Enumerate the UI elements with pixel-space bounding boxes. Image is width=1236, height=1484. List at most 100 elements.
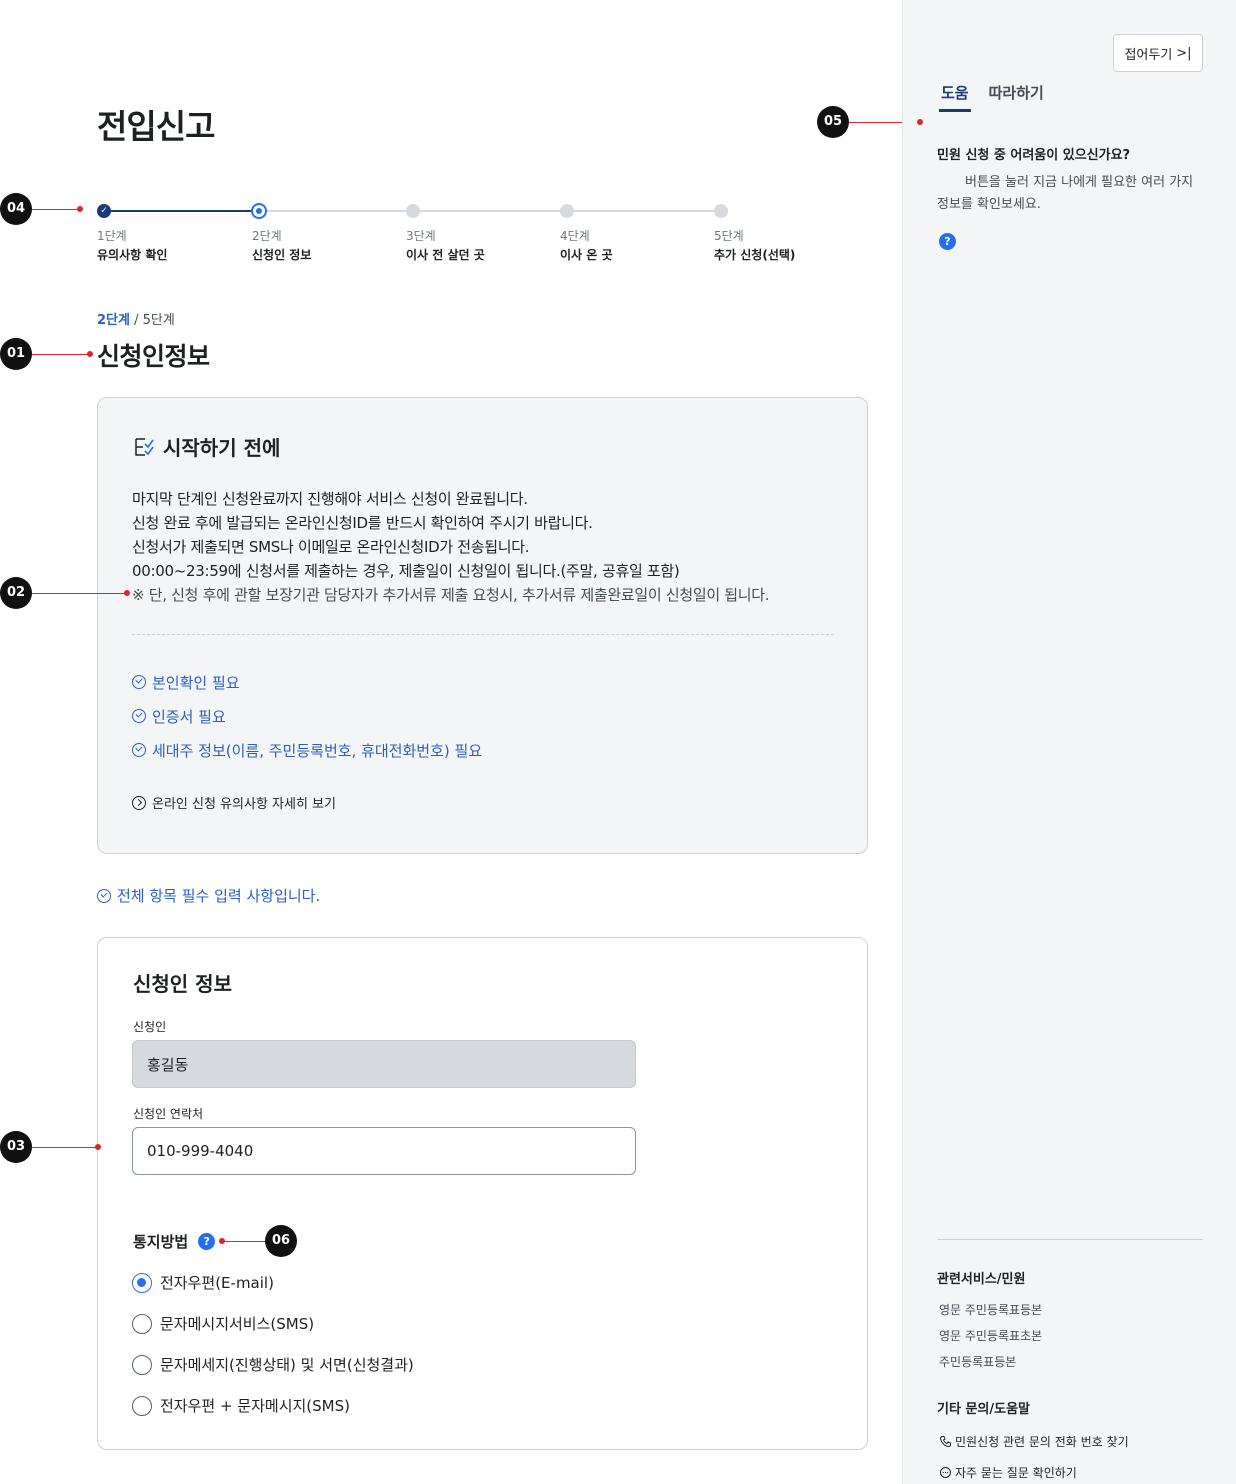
guide-detail-label: 온라인 신청 유의사항 자세히 보기 xyxy=(152,797,336,812)
required-note-text: 전체 항목 필수 입력 사항입니다. xyxy=(117,887,321,905)
help-icon[interactable]: ? xyxy=(939,233,956,250)
notify-header: 통지방법 ? xyxy=(133,1231,216,1252)
step-count: 2단계 / 5단계 xyxy=(97,309,175,328)
annotation-line xyxy=(32,1147,98,1148)
notice-line: 00:00~23:59에 신청서를 제출하는 경우, 제출일이 신청일이 됩니다… xyxy=(132,562,680,580)
guide-detail-link[interactable]: 온라인 신청 유의사항 자세히 보기 xyxy=(132,793,336,812)
requirement-label: 본인확인 필요 xyxy=(152,673,240,692)
step-number: 3단계 xyxy=(406,229,436,243)
radio-sms-and-paper[interactable]: 문자메세지(진행상태) 및 서면(신청결과) xyxy=(132,1344,414,1385)
faq-link[interactable]: 자주 묻는 질문 확인하기 xyxy=(939,1464,1077,1481)
current-step-icon xyxy=(251,203,267,219)
tab-follow[interactable]: 따라하기 xyxy=(987,82,1046,112)
radio-unchecked-icon[interactable] xyxy=(132,1354,152,1375)
applicant-label: 신청인 xyxy=(133,1020,167,1034)
phone-link[interactable]: 민원신청 관련 문의 전화 번호 찾기 xyxy=(939,1433,1129,1450)
radio-unchecked-icon[interactable] xyxy=(132,1395,152,1416)
radio-label: 전자우편 + 문자메시지(SMS) xyxy=(160,1397,350,1415)
requirement-label: 인증서 필요 xyxy=(152,707,226,726)
step-label: 신청인 정보 xyxy=(252,248,312,262)
step-count-total: 5단계 xyxy=(142,313,175,328)
checklist-icon xyxy=(135,437,154,456)
applicant-name-field xyxy=(132,1040,636,1088)
requirement-item: 인증서 필요 xyxy=(132,699,482,733)
requirements-list: 본인확인 필요 인증서 필요 세대주 정보(이름, 주민등록번호, 휴대전화번호… xyxy=(132,665,482,767)
annotation-line xyxy=(222,1241,266,1242)
radio-label: 문자메세지(진행상태) 및 서면(신청결과) xyxy=(160,1356,414,1374)
chevron-right-circle-icon xyxy=(132,795,146,810)
step-dot-icon xyxy=(560,204,574,218)
annotation-dot xyxy=(917,119,923,125)
notice-line: 신청 완료 후에 발급되는 온라인신청ID를 반드시 확인하여 주시기 바랍니다… xyxy=(132,514,593,532)
radio-checked-icon[interactable] xyxy=(132,1272,152,1293)
annotation-dot xyxy=(124,590,130,596)
divider xyxy=(937,1239,1203,1240)
notice-box: 시작하기 전에 마지막 단계인 신청완료까지 진행해야 서비스 신청이 완료됩니… xyxy=(97,397,868,854)
divider xyxy=(132,634,834,635)
check-icon: ✓ xyxy=(97,204,111,218)
radio-sms[interactable]: 문자메시지서비스(SMS) xyxy=(132,1303,414,1344)
help-text: 버튼을 눌러 지금 나에게 필요한 여러 가지 정보를 확인보세요. xyxy=(937,175,1194,212)
faq-link-label: 자주 묻는 질문 확인하기 xyxy=(955,1466,1077,1480)
requirement-item: 세대주 정보(이름, 주민등록번호, 휴대전화번호) 필요 xyxy=(132,733,482,767)
related-link[interactable]: 영문 주민등록표등본 xyxy=(939,1301,1042,1318)
notice-line: 마지막 단계인 신청완료까지 진행해야 서비스 신청이 완료됩니다. xyxy=(132,490,528,508)
radio-label: 전자우편(E-mail) xyxy=(160,1274,274,1292)
annotation-badge-03: 03 xyxy=(0,1131,32,1163)
annotation-badge-05: 05 xyxy=(817,106,849,138)
stepper-line-done xyxy=(104,210,258,212)
step-dot-icon xyxy=(406,204,420,218)
step-count-current: 2단계 xyxy=(97,313,130,328)
check-circle-icon xyxy=(132,743,146,757)
phone-icon xyxy=(939,1436,951,1448)
notify-title: 통지방법 xyxy=(133,1233,189,1251)
annotation-dot xyxy=(77,206,83,212)
step-label: 이사 온 곳 xyxy=(560,248,613,262)
step-label: 이사 전 살던 곳 xyxy=(406,248,485,262)
contact-label: 신청인 연락처 xyxy=(133,1107,204,1121)
step-number: 2단계 xyxy=(252,229,282,243)
step-label: 유의사항 확인 xyxy=(97,248,168,262)
step-number: 4단계 xyxy=(560,229,590,243)
annotation-badge-06: 06 xyxy=(265,1225,297,1257)
related-link[interactable]: 주민등록표등본 xyxy=(939,1353,1016,1370)
chat-icon xyxy=(940,1467,951,1478)
annotation-badge-01: 01 xyxy=(0,338,32,370)
contact-field[interactable] xyxy=(132,1127,636,1175)
annotation-dot xyxy=(219,1238,225,1244)
notice-text: 마지막 단계인 신청완료까지 진행해야 서비스 신청이 완료됩니다. 신청 완료… xyxy=(132,487,842,607)
radio-email-and-sms[interactable]: 전자우편 + 문자메시지(SMS) xyxy=(132,1385,414,1426)
step-dot-icon xyxy=(714,204,728,218)
stepper: ✓ 1단계 유의사항 확인 2단계 신청인 정보 3단계 이사 전 살던 곳 4… xyxy=(97,201,795,271)
related-link[interactable]: 영문 주민등록표초본 xyxy=(939,1327,1042,1344)
check-circle-icon xyxy=(97,888,111,903)
help-question: 민원 신청 중 어려움이 있으신가요? xyxy=(937,148,1131,163)
annotation-badge-04: 04 xyxy=(0,193,32,225)
collapse-button[interactable]: 접어두기 >| xyxy=(1113,34,1203,72)
check-circle-icon xyxy=(132,675,146,689)
applicant-form: 신청인 정보 신청인 신청인 연락처 통지방법 ? 전자우편(E-mail) 문… xyxy=(97,937,868,1450)
notice-title: 시작하기 전에 xyxy=(163,436,281,460)
phone-link-label: 민원신청 관련 문의 전화 번호 찾기 xyxy=(955,1435,1129,1449)
side-tabs: 도움 따라하기 xyxy=(939,82,1062,112)
annotation-line xyxy=(32,354,90,355)
etc-title: 기타 문의/도움말 xyxy=(937,1402,1030,1417)
required-note: 전체 항목 필수 입력 사항입니다. xyxy=(97,885,320,906)
help-icon[interactable]: ? xyxy=(198,1233,216,1250)
step-label: 추가 신청(선택) xyxy=(714,248,796,262)
collapse-right-icon: >| xyxy=(1176,45,1192,61)
form-title: 신청인 정보 xyxy=(133,972,232,996)
help-side-panel: 접어두기 >| 도움 따라하기 민원 신청 중 어려움이 있으신가요? 버튼을 … xyxy=(902,0,1236,1484)
annotation-line xyxy=(32,593,127,594)
radio-unchecked-icon[interactable] xyxy=(132,1313,152,1334)
radio-email[interactable]: 전자우편(E-mail) xyxy=(132,1262,414,1303)
main-content: 전입신고 ✓ 1단계 유의사항 확인 2단계 신청인 정보 3단계 이사 전 살… xyxy=(0,0,919,1484)
step-number: 5단계 xyxy=(714,229,744,243)
notify-options: 전자우편(E-mail) 문자메시지서비스(SMS) 문자메세지(진행상태) 및… xyxy=(132,1262,414,1426)
annotation-badge-02: 02 xyxy=(0,577,32,609)
check-circle-icon xyxy=(132,709,146,723)
collapse-label: 접어두기 xyxy=(1124,47,1173,63)
related-title: 관련서비스/민원 xyxy=(937,1272,1026,1287)
notice-header: 시작하기 전에 xyxy=(133,432,280,461)
tab-help[interactable]: 도움 xyxy=(939,82,971,112)
